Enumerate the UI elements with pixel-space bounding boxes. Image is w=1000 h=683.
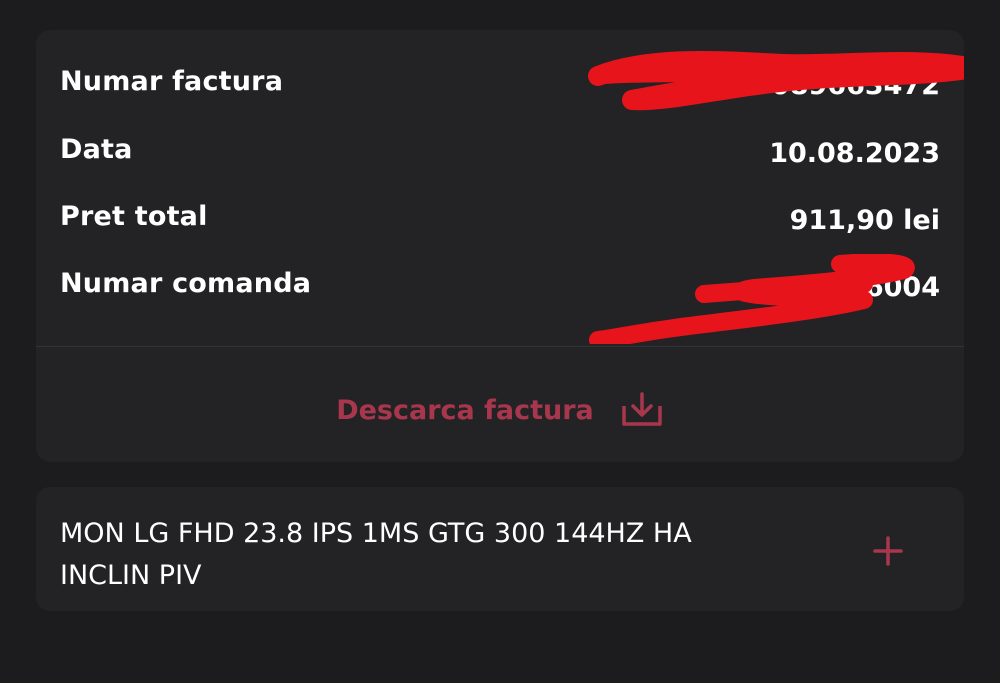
invoice-card: Numar factura ...X-089663472 Data 10.08.…	[36, 30, 964, 462]
invoice-number-value: ...X-089663472	[710, 70, 940, 101]
download-invoice-button[interactable]: Descarca factura	[36, 388, 964, 432]
plus-icon	[873, 536, 903, 566]
date-value: 10.08.2023	[769, 138, 940, 169]
expand-product-button[interactable]	[870, 533, 906, 569]
date-row: Data 10.08.2023	[60, 134, 940, 174]
download-icon	[622, 392, 662, 426]
download-invoice-label: Descarca factura	[336, 394, 594, 426]
order-number-row: Numar comanda ...6004	[60, 268, 940, 308]
total-price-label: Pret total	[60, 201, 208, 232]
invoice-number-label: Numar factura	[60, 66, 284, 97]
section-divider	[36, 346, 964, 347]
order-number-label: Numar comanda	[60, 268, 312, 299]
total-price-value: 911,90 lei	[789, 205, 940, 236]
product-name: MON LG FHD 23.8 IPS 1MS GTG 300 144HZ HA…	[60, 518, 692, 591]
invoice-number-row: Numar factura ...X-089663472	[60, 66, 940, 106]
invoice-details-page: Numar factura ...X-089663472 Data 10.08.…	[0, 0, 1000, 683]
product-item[interactable]: MON LG FHD 23.8 IPS 1MS GTG 300 144HZ HA…	[36, 487, 964, 611]
total-price-row: Pret total 911,90 lei	[60, 201, 940, 241]
order-number-value: ...6004	[834, 272, 940, 303]
date-label: Data	[60, 134, 133, 165]
